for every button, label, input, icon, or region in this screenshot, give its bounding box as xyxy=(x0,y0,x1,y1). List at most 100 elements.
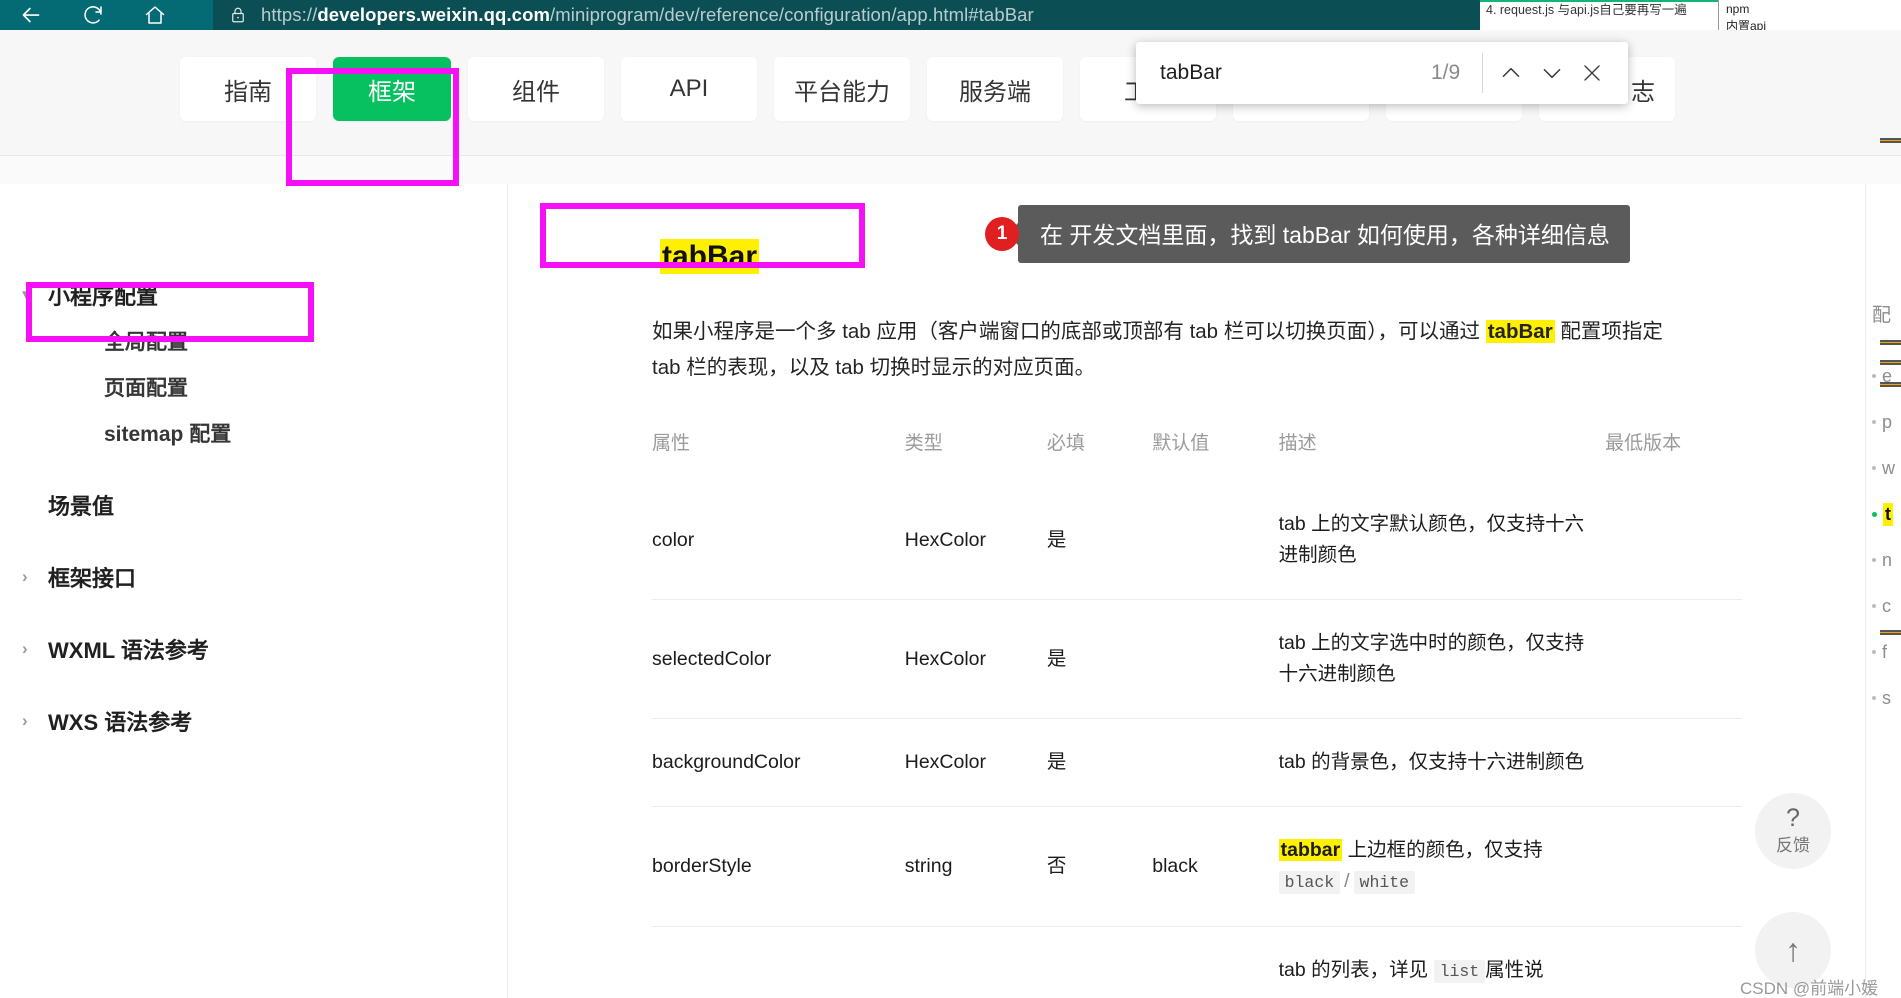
nav-tab-platform[interactable]: 平台能力 xyxy=(774,57,910,121)
column-header-type: 类型 xyxy=(904,433,943,454)
chevron-right-icon: › xyxy=(22,567,28,586)
page-title-text: tabBar xyxy=(660,239,760,274)
annotation-callout: 1 在 开发文档里面，找到 tabBar 如何使用，各种详细信息 xyxy=(985,205,1630,263)
chevron-down-icon: ▾ xyxy=(22,285,31,304)
toc-item[interactable]: n xyxy=(1872,537,1901,583)
page-title: tabBar xyxy=(660,239,760,274)
cell-attribute: backgroundColor xyxy=(652,718,905,807)
home-icon xyxy=(145,6,165,24)
find-counter: 1/9 xyxy=(1431,61,1461,84)
toc-item[interactable]: w xyxy=(1872,445,1901,491)
divider xyxy=(1482,53,1484,93)
header-strip xyxy=(0,156,1901,184)
cell-type: HexColor xyxy=(904,528,987,551)
desc-highlight: tabbar xyxy=(1278,839,1343,861)
back-button[interactable] xyxy=(0,0,62,30)
back-arrow-icon xyxy=(22,7,40,23)
intro-paragraph: 如果小程序是一个多 tab 应用（客户端窗口的底部或顶部有 tab 栏可以切换页… xyxy=(652,314,1688,386)
cell-description: tab 上的文字默认颜色，仅支持十六进制颜色 xyxy=(1278,513,1585,566)
cell-required: 否 xyxy=(1046,806,1153,927)
nav-tab-guide[interactable]: 指南 xyxy=(180,57,316,121)
cell-attribute: color xyxy=(652,528,695,551)
table-row: selectedColor HexColor 是 tab 上的文字选中时的颜色，… xyxy=(652,599,1742,719)
table-head: 属性 类型 必填 默认值 描述 最低版本 xyxy=(652,428,1742,481)
cell-required: 是 xyxy=(1046,718,1153,807)
scroll-marker xyxy=(1880,360,1901,365)
column-header-attribute: 属性 xyxy=(652,433,691,454)
toc-heading: 配 xyxy=(1872,305,1892,326)
table-row: tab 的列表，详见 list 属性说 xyxy=(652,926,1742,998)
chevron-right-icon: › xyxy=(22,711,28,730)
table-body: color HexColor 是 tab 上的文字默认颜色，仅支持十六进制颜色 … xyxy=(652,481,1742,998)
nav-tab-framework[interactable]: 框架 xyxy=(333,57,451,121)
table-row: color HexColor 是 tab 上的文字默认颜色，仅支持十六进制颜色 xyxy=(652,481,1742,600)
url-scheme: https:// xyxy=(261,4,318,25)
toc-item-active[interactable]: t xyxy=(1872,491,1901,537)
toc-item[interactable]: p xyxy=(1872,399,1901,445)
find-close-button[interactable] xyxy=(1572,49,1612,97)
annotation-text: 在 开发文档里面，找到 tabBar 如何使用，各种详细信息 xyxy=(1018,205,1630,263)
cell-default xyxy=(1152,481,1278,600)
cell-default xyxy=(1152,718,1279,807)
chevron-down-icon xyxy=(1543,68,1560,79)
cell-type: HexColor xyxy=(904,599,1047,719)
web-page: 指南 框架 组件 API 平台能力 服务端 工具 云开发 云托管 更新日志 ▾ … xyxy=(0,30,1901,998)
code-white: white xyxy=(1353,871,1416,894)
bullet-icon xyxy=(1872,466,1876,470)
toc-item[interactable]: s xyxy=(1872,675,1901,721)
cell-required: 是 xyxy=(1046,599,1153,719)
sidebar-item-wxml-reference[interactable]: › WXML 语法参考 xyxy=(0,626,507,672)
reload-button[interactable] xyxy=(62,0,124,30)
scroll-marker xyxy=(1880,382,1901,387)
sidebar-item-label: 页面配置 xyxy=(104,377,188,400)
nav-tab-components[interactable]: 组件 xyxy=(468,57,604,121)
cell-description: tabbar 上边框的颜色，仅支持 black / white xyxy=(1278,806,1606,927)
find-bar: 1/9 xyxy=(1136,42,1628,104)
sidebar-item-label: WXS 语法参考 xyxy=(48,710,193,735)
close-icon xyxy=(1584,65,1600,81)
bullet-icon xyxy=(1872,604,1876,608)
find-next-button[interactable] xyxy=(1531,49,1571,97)
toc-item[interactable]: c xyxy=(1872,583,1901,629)
code-list: list xyxy=(1433,960,1486,983)
address-bar[interactable]: https://developers.weixin.qq.com/minipro… xyxy=(213,0,1480,30)
scroll-marker xyxy=(1880,340,1901,345)
sidebar-item-label: WXML 语法参考 xyxy=(48,638,209,663)
table-row: backgroundColor HexColor 是 tab 的背景色，仅支持十… xyxy=(652,718,1742,807)
question-mark-icon: ? xyxy=(1786,804,1800,832)
sidebar-item-wxs-reference[interactable]: › WXS 语法参考 xyxy=(0,698,507,744)
url-domain: developers.weixin.qq.com xyxy=(317,4,551,25)
sidebar-item-page-config[interactable]: 页面配置 xyxy=(0,364,507,410)
find-previous-button[interactable] xyxy=(1491,49,1531,97)
arrow-up-icon: ↑ xyxy=(1785,932,1801,968)
bullet-icon xyxy=(1872,650,1876,654)
toc-item[interactable]: f xyxy=(1872,629,1901,675)
reload-icon xyxy=(84,6,102,24)
sidebar-item-framework-api[interactable]: › 框架接口 xyxy=(0,554,507,600)
cell-attribute: borderStyle xyxy=(652,806,905,927)
cell-min-version xyxy=(1605,806,1742,927)
cell-required xyxy=(1046,926,1153,998)
nav-tab-api[interactable]: API xyxy=(621,57,757,121)
nav-tab-server[interactable]: 服务端 xyxy=(927,57,1063,121)
feedback-button[interactable]: ? 反馈 xyxy=(1755,793,1831,869)
cell-min-version xyxy=(1605,599,1742,719)
browser-nav-buttons xyxy=(0,0,186,30)
sidebar-item-sitemap-config[interactable]: sitemap 配置 xyxy=(0,410,507,456)
sidebar-item-scene-value[interactable]: 场景值 xyxy=(0,482,507,528)
cell-type: string xyxy=(904,806,1047,927)
home-button[interactable] xyxy=(124,0,186,30)
find-input[interactable] xyxy=(1160,61,1431,85)
bullet-icon xyxy=(1872,420,1876,424)
sidebar-item-global-config[interactable]: 全局配置 xyxy=(0,318,507,364)
table-row: borderStyle string 否 black tabbar 上边框的颜色… xyxy=(652,806,1742,927)
sidebar-item-miniprogram-config[interactable]: ▾ 小程序配置 xyxy=(0,272,507,318)
sidebar-item-label: 小程序配置 xyxy=(48,284,159,309)
bullet-icon xyxy=(1872,374,1876,378)
page-toc: 配 e p w t n c f s xyxy=(1865,184,1901,998)
cell-description: tab 上的文字选中时的颜色，仅支持十六进制颜色 xyxy=(1278,599,1606,719)
